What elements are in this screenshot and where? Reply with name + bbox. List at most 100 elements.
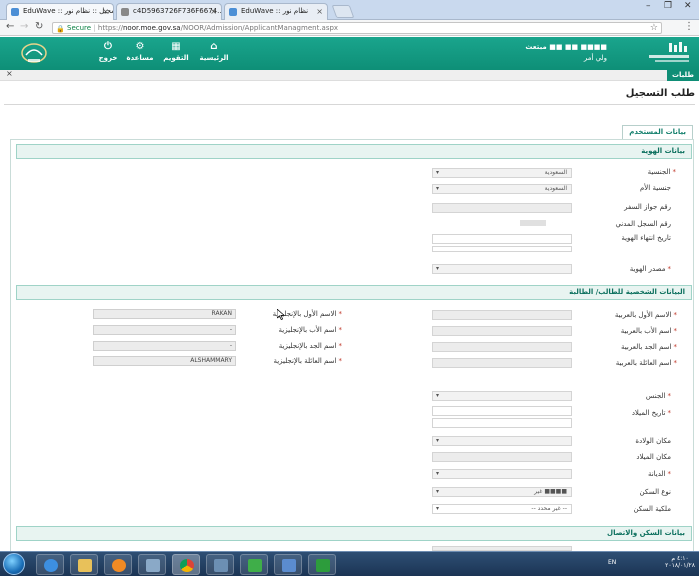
secure-label: Secure — [67, 24, 92, 32]
id-expiry-input[interactable] — [432, 234, 572, 244]
close-tab-icon[interactable]: × — [102, 7, 109, 16]
taskbar-media[interactable] — [104, 554, 132, 575]
close-tab-icon[interactable]: × — [210, 7, 217, 16]
new-tab-button[interactable] — [331, 5, 355, 18]
url-text: https://noor.moe.gov.sa/NOOR/Admission/A… — [97, 24, 339, 32]
mother-nationality-select[interactable]: ▾ السعودية — [432, 184, 572, 194]
birth-place-select[interactable]: ▾ — [432, 436, 572, 446]
start-button[interactable] — [3, 553, 25, 575]
home-button[interactable]: ⌂ الرئيسية — [194, 41, 234, 62]
taskbar-chrome[interactable] — [172, 554, 200, 575]
user-name: مبتعث ■■ ■■ ■■■■ — [525, 43, 607, 51]
browser-tab-title: EduWave :: نظام نور — [241, 7, 309, 15]
lock-icon: 🔒 — [56, 25, 65, 33]
passport-number-input[interactable] — [432, 203, 572, 213]
taskbar-camtasia[interactable] — [240, 554, 268, 575]
clock[interactable]: ٤:١٠ م ٢٠١٨/٠١/٢٨ — [665, 555, 695, 569]
browser-tab-strip: EduWave :: تسجيل :: نظام نور × c4D596372… — [0, 0, 699, 20]
nationality-select[interactable]: ▾ السعودية — [432, 168, 572, 178]
favicon-icon — [229, 8, 237, 16]
close-tab-icon[interactable]: × — [316, 7, 323, 16]
field-label: تاريخ انتهاء الهوية — [621, 234, 671, 242]
ie-icon — [44, 559, 58, 572]
media-player-icon — [112, 559, 126, 572]
field-label: مصدر الهوية * — [629, 265, 671, 273]
taskbar-explorer[interactable] — [70, 554, 98, 575]
calendar-button[interactable]: ▦ التقويم — [156, 41, 196, 62]
close-icon[interactable]: × — [6, 69, 13, 78]
tab-requests[interactable]: طلبات — [667, 70, 699, 81]
ministry-logo-icon — [649, 42, 689, 62]
site-header: ⏻ خروج ⚙ مساعدة ▦ التقويم ⌂ الرئيسية مبت… — [0, 37, 699, 70]
first-name-ar-input[interactable] — [432, 310, 572, 320]
section-identity: بيانات الهوية — [16, 144, 692, 159]
browser-tab-title: EduWave :: تسجيل :: نظام نور — [23, 7, 114, 15]
field-label: جنسية الأم — [639, 184, 671, 192]
field-label: تاريخ الميلاد * — [631, 409, 671, 417]
housing-ownership-select[interactable]: ▾ -- غير محدد -- — [432, 504, 572, 514]
favicon-icon — [121, 8, 129, 16]
religion-select[interactable]: ▾ — [432, 469, 572, 479]
father-name-en-input[interactable]: - — [93, 325, 236, 335]
close-window-icon[interactable]: ✕ — [684, 1, 692, 11]
field-label: الديانة * — [647, 470, 671, 478]
folder-icon — [78, 559, 92, 572]
browser-tab[interactable]: EduWave :: تسجيل :: نظام نور × — [6, 3, 114, 20]
father-name-ar-input[interactable] — [432, 326, 572, 336]
calendar-icon: ▦ — [171, 41, 181, 52]
id-expiry-hijri-input[interactable] — [432, 246, 572, 252]
browser-tab[interactable]: c4D5963726F736F6674... × — [116, 3, 222, 20]
bookmark-star-icon[interactable]: ☆ — [650, 23, 658, 33]
language-indicator[interactable]: EN — [608, 559, 616, 566]
divider — [4, 104, 695, 105]
user-info: مبتعث ■■ ■■ ■■■■ ولي أمر — [525, 43, 607, 62]
field-label: مكان الميلاد — [636, 453, 671, 461]
field-label: نوع السكن — [639, 488, 671, 496]
field-label: مكان الولادة — [635, 437, 671, 445]
favicon-icon — [11, 8, 19, 16]
taskbar-app[interactable] — [206, 554, 234, 575]
gender-select[interactable]: ▾ — [432, 391, 572, 401]
browser-tab-title: c4D5963726F736F6674... — [133, 7, 222, 15]
app-icon — [146, 559, 160, 572]
first-name-en-input[interactable]: RAKAN — [93, 309, 236, 319]
family-name-ar-input[interactable] — [432, 358, 572, 368]
taskbar-ie[interactable] — [36, 554, 64, 575]
grandfather-name-ar-input[interactable] — [432, 342, 572, 352]
field-label: الجنسية * — [647, 168, 676, 176]
section-contact: بيانات السكن والاتصال — [16, 526, 692, 541]
taskbar-camtasia-recorder[interactable] — [308, 554, 336, 575]
family-name-en-input[interactable]: ALSHAMMARY — [93, 356, 236, 366]
maximize-icon[interactable]: ❐ — [664, 1, 672, 11]
civil-record-value — [520, 220, 546, 226]
birth-date-input[interactable] — [432, 406, 572, 416]
browser-tab[interactable]: EduWave :: نظام نور × — [224, 3, 328, 20]
section-personal: البيانات الشخصية للطالب/ الطالبة — [16, 285, 692, 300]
minimize-icon[interactable]: – — [646, 1, 651, 11]
camtasia-icon — [248, 559, 262, 572]
url-input[interactable]: 🔒 Secure | https://noor.moe.gov.sa/NOOR/… — [52, 22, 662, 34]
birth-date-hijri-input[interactable] — [432, 418, 572, 428]
housing-type-select[interactable]: ▾ غير ■■■■ — [432, 487, 572, 497]
tab-user-data[interactable]: بيانات المستخدم — [622, 125, 693, 139]
forward-arrow-icon[interactable]: → — [20, 21, 28, 32]
taskbar-app[interactable] — [138, 554, 166, 575]
mouse-cursor-icon — [277, 309, 285, 320]
reload-icon[interactable]: ↻ — [35, 21, 43, 32]
help-button[interactable]: ⚙ مساعدة — [120, 41, 160, 62]
browser-menu-icon[interactable]: ⋮ — [684, 21, 694, 32]
field-label: الجنس * — [645, 392, 671, 400]
birth-city-input[interactable] — [432, 452, 572, 462]
grandfather-name-en-input[interactable]: - — [93, 341, 236, 351]
id-source-select[interactable]: ▾ — [432, 264, 572, 274]
field-label: اسم الأب بالعربية * — [620, 327, 677, 335]
remote-desktop-icon — [282, 559, 296, 572]
field-label: اسم الجد بالإنجليزية * — [278, 342, 342, 350]
field-label: اسم العائلة بالإنجليزية * — [273, 357, 342, 365]
taskbar-remote[interactable] — [274, 554, 302, 575]
back-arrow-icon[interactable]: ← — [6, 21, 14, 32]
page-title: طلب التسجيل — [625, 88, 695, 99]
user-role: ولي أمر — [583, 54, 607, 62]
gear-icon: ⚙ — [135, 41, 145, 52]
app-tab-row: × طلبات — [0, 69, 699, 81]
